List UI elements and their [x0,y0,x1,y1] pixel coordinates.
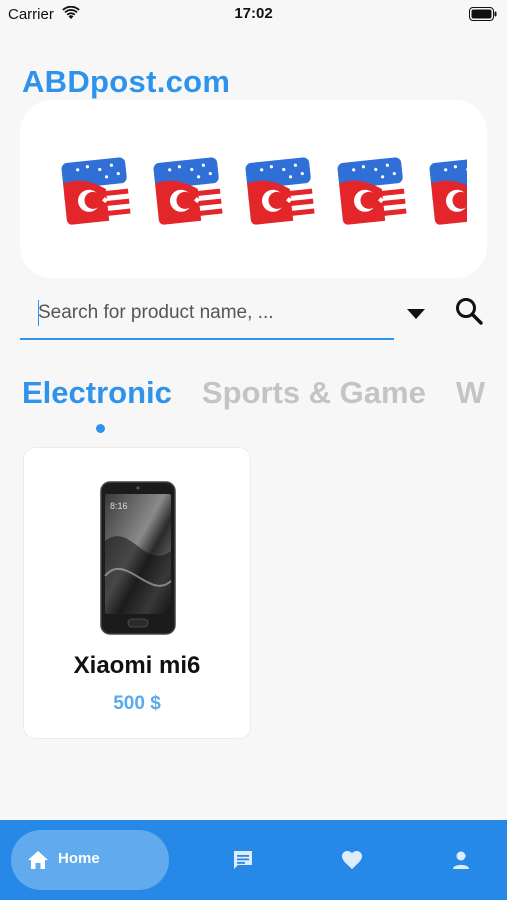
search-bar [20,288,487,344]
category-tabs: Electronic Sports & Game W [22,375,487,419]
banner-carousel[interactable] [20,100,487,278]
heart-icon[interactable] [341,849,363,871]
status-bar: Carrier 17:02 [0,0,507,28]
flag-logo [337,157,407,225]
tab-sports-game[interactable]: Sports & Game [202,375,426,411]
dropdown-arrow-icon[interactable] [406,304,426,322]
brand-title: ABDpost.com [22,64,231,99]
search-icon[interactable] [454,296,484,326]
smartphone-image: 8:16 [100,481,176,635]
flag-logo [61,157,131,225]
product-name: Xiaomi mi6 [73,652,201,679]
flag-logo [153,157,223,225]
nav-home-label: Home [58,850,100,867]
tab-electronic[interactable]: Electronic [22,375,172,411]
tab-next-category[interactable]: W [456,375,485,411]
bottom-navigation: Home [0,820,507,900]
text-cursor [38,300,39,326]
active-tab-indicator [96,424,105,433]
person-icon[interactable] [451,849,471,871]
battery-icon [469,7,497,21]
flag-logo [245,157,315,225]
search-input[interactable] [20,288,394,340]
nav-home-button[interactable]: Home [11,830,169,890]
home-icon [28,851,48,869]
chat-icon[interactable] [232,849,254,871]
status-time: 17:02 [234,5,273,22]
flag-logo [429,157,467,225]
product-price: 500 $ [113,693,161,714]
banner-strip [60,152,467,230]
svg-text:8:16: 8:16 [110,501,128,511]
product-card[interactable]: 8:16 Xiaomi mi6 500 $ [23,447,251,739]
